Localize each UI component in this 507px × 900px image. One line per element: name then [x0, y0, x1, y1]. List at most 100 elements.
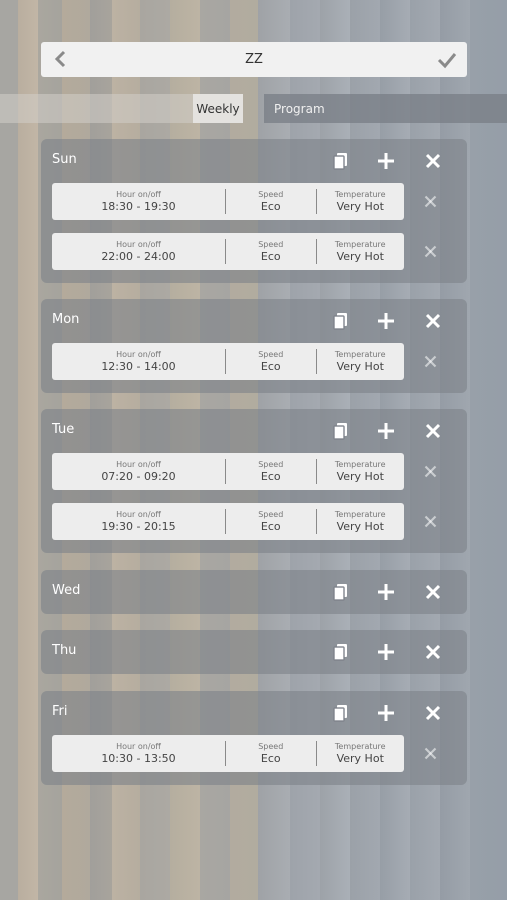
speed-cell: Speed Eco [225, 239, 315, 264]
day-card-tue: Tue Hour on/off 07:20 - 09:20 Speed Eco Tempe… [41, 409, 467, 553]
tab-bar: Weekly Program [0, 94, 507, 123]
hour-cell: Hour on/off 22:00 - 24:00 [52, 233, 225, 270]
speed-label: Speed [258, 189, 284, 199]
day-name: Fri [52, 704, 68, 719]
day-card-sun: Sun Hour on/off 18:30 - 19:30 Speed Eco Tempe… [41, 139, 467, 283]
close-icon[interactable] [423, 746, 438, 761]
hour-value: 18:30 - 19:30 [101, 199, 176, 213]
copy-icon[interactable] [332, 643, 350, 661]
hour-value: 07:20 - 09:20 [101, 469, 176, 483]
schedule-entry[interactable]: Hour on/off 12:30 - 14:00 Speed Eco Temperat… [52, 343, 404, 380]
chevron-left-icon[interactable] [53, 50, 69, 68]
day-name: Wed [52, 583, 81, 598]
temperature-label: Temperature [334, 239, 386, 249]
speed-label: Speed [258, 459, 284, 469]
temperature-cell: Temperature Very Hot [315, 509, 405, 534]
day-card-mon: Mon Hour on/off 12:30 - 14:00 Speed Eco Tempe… [41, 299, 467, 393]
temperature-cell: Temperature Very Hot [315, 189, 405, 214]
temperature-value: Very Hot [336, 751, 384, 765]
plus-icon[interactable] [377, 152, 395, 170]
close-icon[interactable] [424, 422, 442, 440]
temperature-value: Very Hot [336, 359, 384, 373]
day-header: Tue [41, 409, 467, 453]
close-icon[interactable] [424, 643, 442, 661]
speed-value: Eco [260, 249, 281, 263]
day-card-thu: Thu [41, 630, 467, 674]
speed-value: Eco [260, 469, 281, 483]
schedule-entry-row: Hour on/off 07:20 - 09:20 Speed Eco Temperat… [41, 453, 467, 503]
hour-label: Hour on/off [116, 741, 161, 751]
close-icon[interactable] [424, 704, 442, 722]
hour-label: Hour on/off [116, 509, 161, 519]
header-bar: ZZ [41, 42, 467, 77]
plus-icon[interactable] [377, 312, 395, 330]
close-icon[interactable] [424, 583, 442, 601]
day-card-fri: Fri Hour on/off 10:30 - 13:50 Speed Eco Tempe… [41, 691, 467, 785]
close-icon[interactable] [424, 152, 442, 170]
temperature-value: Very Hot [336, 249, 384, 263]
hour-label: Hour on/off [116, 189, 161, 199]
day-header: Sun [41, 139, 467, 183]
day-header: Wed [41, 570, 467, 614]
close-icon[interactable] [423, 244, 438, 259]
plus-icon[interactable] [377, 583, 395, 601]
speed-label: Speed [258, 509, 284, 519]
hour-value: 10:30 - 13:50 [101, 751, 176, 765]
temperature-cell: Temperature Very Hot [315, 349, 405, 374]
schedule-entry-row: Hour on/off 12:30 - 14:00 Speed Eco Temperat… [41, 343, 467, 393]
temperature-cell: Temperature Very Hot [315, 741, 405, 766]
plus-icon[interactable] [377, 422, 395, 440]
hour-value: 19:30 - 20:15 [101, 519, 176, 533]
close-icon[interactable] [423, 514, 438, 529]
page-title: ZZ [245, 52, 263, 67]
temperature-label: Temperature [334, 509, 386, 519]
close-icon[interactable] [423, 464, 438, 479]
hour-cell: Hour on/off 10:30 - 13:50 [52, 735, 225, 772]
speed-value: Eco [260, 199, 281, 213]
temperature-label: Temperature [334, 189, 386, 199]
day-name: Tue [52, 422, 75, 437]
schedule-entry-row: Hour on/off 10:30 - 13:50 Speed Eco Temperat… [41, 735, 467, 785]
copy-icon[interactable] [332, 422, 350, 440]
schedule-entry[interactable]: Hour on/off 18:30 - 19:30 Speed Eco Temperat… [52, 183, 404, 220]
temperature-value: Very Hot [336, 199, 384, 213]
temperature-label: Temperature [334, 459, 386, 469]
temperature-value: Very Hot [336, 519, 384, 533]
day-header: Mon [41, 299, 467, 343]
temperature-label: Temperature [334, 741, 386, 751]
speed-cell: Speed Eco [225, 349, 315, 374]
plus-icon[interactable] [377, 704, 395, 722]
schedule-entry[interactable]: Hour on/off 07:20 - 09:20 Speed Eco Temperat… [52, 453, 404, 490]
close-icon[interactable] [423, 354, 438, 369]
close-icon[interactable] [424, 312, 442, 330]
tab-weekly[interactable]: Weekly [0, 94, 243, 123]
copy-icon[interactable] [332, 312, 350, 330]
speed-cell: Speed Eco [225, 189, 315, 214]
speed-value: Eco [260, 359, 281, 373]
schedule-entry[interactable]: Hour on/off 10:30 - 13:50 Speed Eco Temperat… [52, 735, 404, 772]
close-icon[interactable] [423, 194, 438, 209]
speed-value: Eco [260, 751, 281, 765]
schedule-entry-row: Hour on/off 19:30 - 20:15 Speed Eco Temperat… [41, 503, 467, 553]
schedule-entry-row: Hour on/off 18:30 - 19:30 Speed Eco Temperat… [41, 183, 467, 233]
speed-label: Speed [258, 239, 284, 249]
temperature-cell: Temperature Very Hot [315, 239, 405, 264]
schedule-entry[interactable]: Hour on/off 22:00 - 24:00 Speed Eco Temperat… [52, 233, 404, 270]
copy-icon[interactable] [332, 704, 350, 722]
tab-program[interactable]: Program [264, 94, 507, 123]
schedule-entry[interactable]: Hour on/off 19:30 - 20:15 Speed Eco Temperat… [52, 503, 404, 540]
hour-label: Hour on/off [116, 349, 161, 359]
hour-label: Hour on/off [116, 239, 161, 249]
plus-icon[interactable] [377, 643, 395, 661]
speed-cell: Speed Eco [225, 741, 315, 766]
day-card-wed: Wed [41, 570, 467, 614]
copy-icon[interactable] [332, 583, 350, 601]
speed-value: Eco [260, 519, 281, 533]
day-header: Fri [41, 691, 467, 735]
hour-cell: Hour on/off 07:20 - 09:20 [52, 453, 225, 490]
checkmark-icon[interactable] [437, 51, 457, 69]
copy-icon[interactable] [332, 152, 350, 170]
temperature-label: Temperature [334, 349, 386, 359]
speed-label: Speed [258, 741, 284, 751]
day-name: Mon [52, 312, 80, 327]
